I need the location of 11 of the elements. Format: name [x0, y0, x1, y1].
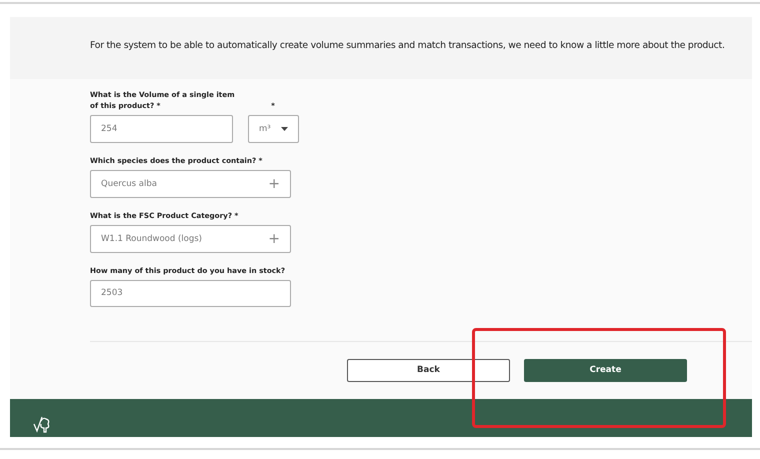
create-button[interactable]: Create: [524, 359, 687, 382]
input-field[interactable]: W1.1 Roundwood (logs) +: [90, 225, 291, 253]
unit-select[interactable]: m³: [248, 115, 299, 143]
intro-text: For the system to be able to automatically create volume summaries and match transactions, we need to know a little more about the product.: [90, 40, 725, 51]
add-icon[interactable]: +: [268, 174, 280, 194]
input-field[interactable]: 254: [90, 115, 233, 143]
caret-icon: [281, 127, 288, 131]
input-field[interactable]: Quercus alba +: [90, 170, 291, 198]
input-field[interactable]: 2503: [90, 280, 291, 307]
back-button[interactable]: Back: [347, 359, 510, 382]
add-icon[interactable]: +: [268, 228, 280, 250]
